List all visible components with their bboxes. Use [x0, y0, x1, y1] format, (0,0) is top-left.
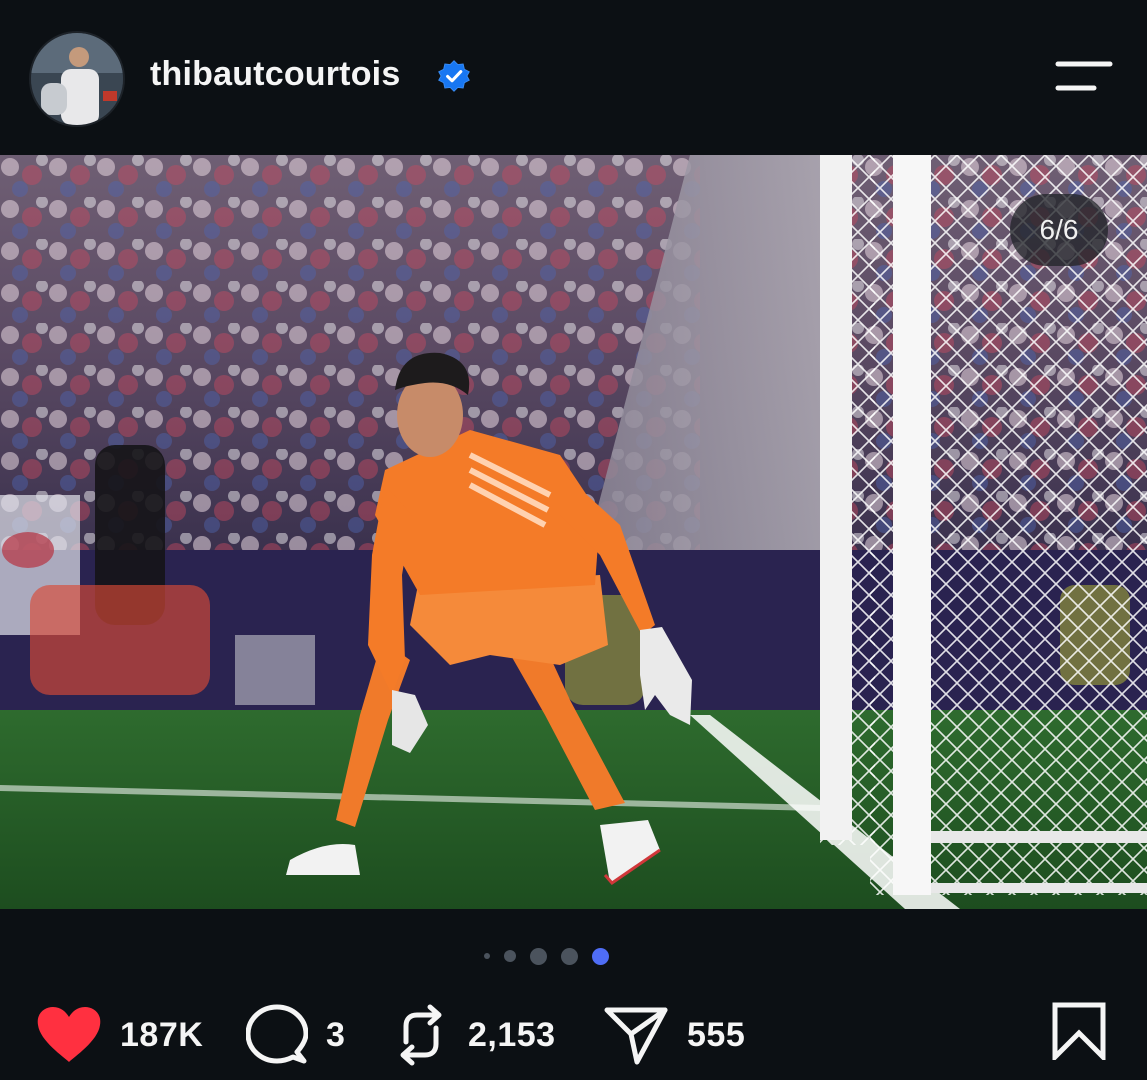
- like-count: 187K: [120, 1015, 204, 1054]
- repost-count: 2,153: [468, 1015, 556, 1054]
- bookmark-icon[interactable]: [1050, 1002, 1108, 1060]
- carousel-dot: [530, 947, 547, 965]
- goalkeeper-photo: [0, 155, 1147, 909]
- post-header: thibautcourtois: [0, 0, 1147, 155]
- menu-icon[interactable]: [1050, 56, 1116, 96]
- post-image[interactable]: [0, 155, 1147, 909]
- comment-count: 3: [326, 1015, 346, 1054]
- action-bar: 187K 3 2,153 555: [0, 995, 1147, 1075]
- carousel-dot: [561, 947, 578, 965]
- carousel-dot-active: [592, 947, 609, 965]
- like-button[interactable]: 187K: [36, 995, 203, 1075]
- carousel-dots: [484, 946, 609, 966]
- image-counter: 6/6: [1010, 194, 1108, 266]
- comment-button[interactable]: 3: [246, 995, 345, 1075]
- profile-avatar[interactable]: [31, 33, 123, 125]
- share-button[interactable]: 555: [603, 995, 745, 1075]
- carousel-dot: [484, 953, 490, 959]
- repost-icon: [400, 1004, 442, 1066]
- share-count: 555: [687, 1015, 746, 1054]
- carousel-dot: [504, 950, 516, 962]
- repost-button[interactable]: 2,153: [392, 995, 556, 1075]
- username[interactable]: thibautcourtois: [150, 55, 400, 94]
- heart-icon: [37, 1007, 101, 1062]
- verified-badge-icon: [438, 60, 470, 92]
- send-icon: [604, 1007, 668, 1065]
- comment-bubble-icon: [246, 1004, 308, 1064]
